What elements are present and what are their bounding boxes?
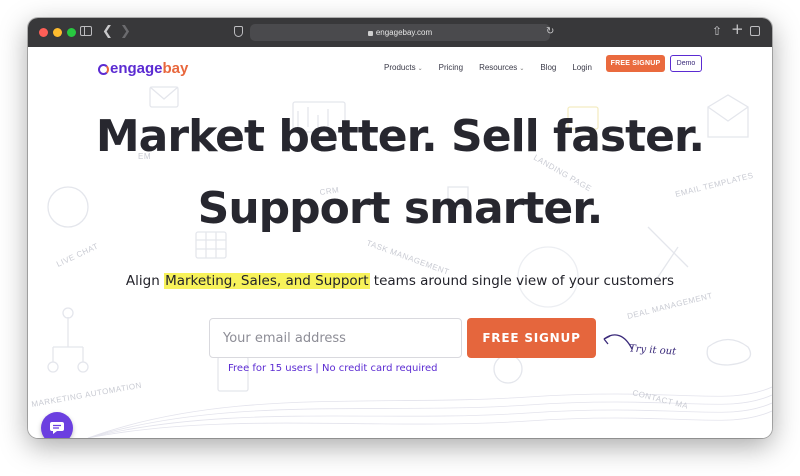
bg-label-task: TASK MANAGEMENT: [365, 238, 450, 276]
chevron-down-icon: ⌄: [417, 66, 423, 72]
org-chart-node-doodle: [62, 307, 74, 319]
header-demo-button[interactable]: Demo: [670, 55, 702, 72]
forward-arrow-icon[interactable]: ❯: [120, 25, 131, 38]
hero-free-signup-button[interactable]: FREE SIGNUP: [467, 318, 596, 358]
address-bar-url: engagebay.com: [375, 28, 433, 37]
nav-products[interactable]: Products ⌄: [384, 63, 423, 72]
wave-lines-doodle: [87, 386, 772, 438]
hero-headline-line1: Market better. Sell faster.: [95, 111, 705, 162]
subheading-suffix: teams around single view of your custome…: [369, 273, 675, 289]
pen-doodle: [647, 226, 689, 278]
cloud-doodle: [706, 338, 752, 366]
close-window-button[interactable]: [39, 28, 48, 37]
browser-window: ❮ ❯ engagebay.com ↻ ⇧ + EM CRM TASK MANA…: [28, 18, 772, 438]
nav-pricing[interactable]: Pricing: [439, 63, 463, 72]
bg-label-deal: DEAL MANAGEMENT: [626, 291, 713, 321]
calendar-doodle: [195, 231, 227, 259]
sidebar-icon[interactable]: [80, 26, 92, 36]
chevron-down-icon: ⌄: [519, 66, 525, 72]
browser-toolbar: ❮ ❯ engagebay.com ↻ ⇧ +: [28, 18, 772, 47]
logo-mark-icon: [98, 64, 109, 75]
top-navigation: Products ⌄ Pricing Resources ⌄ Blog Login: [384, 63, 608, 72]
org-chart-doodle: [52, 317, 84, 362]
new-tab-icon[interactable]: +: [731, 22, 744, 37]
minimize-window-button[interactable]: [53, 28, 62, 37]
envelope-doodle-flap: [149, 86, 179, 100]
email-input[interactable]: [209, 318, 462, 358]
org-chart-node-doodle: [77, 361, 89, 373]
logo-text-bay: bay: [162, 60, 189, 77]
shield-icon[interactable]: [234, 26, 243, 37]
bg-label-automation: MARKETING AUTOMATION: [31, 381, 143, 409]
bg-label-contact: CONTACT MA: [632, 388, 690, 411]
share-icon[interactable]: ⇧: [712, 25, 722, 37]
signup-note: Free for 15 users | No credit card requi…: [228, 363, 438, 374]
bulb-doodle: [493, 354, 523, 384]
background-doodles: EM CRM TASK MANAGEMENT LANDING PAGE EMAI…: [31, 86, 772, 438]
logo-text-engage: engage: [110, 60, 163, 77]
web-page: EM CRM TASK MANAGEMENT LANDING PAGE EMAI…: [28, 47, 772, 438]
hero-headline-line2: Support smarter.: [197, 183, 604, 234]
chat-widget-button[interactable]: [41, 412, 73, 438]
chat-icon: [50, 422, 64, 434]
nav-blog[interactable]: Blog: [540, 63, 556, 72]
subheading-prefix: Align: [125, 273, 165, 289]
org-chart-node-doodle: [47, 361, 59, 373]
calendar-grid-doodle: [196, 232, 226, 258]
hero-subheading: Align Marketing, Sales, and Support team…: [28, 273, 772, 289]
nav-login[interactable]: Login: [572, 63, 592, 72]
zoom-window-button[interactable]: [67, 28, 76, 37]
header-free-signup-button[interactable]: FREE SIGNUP: [606, 55, 665, 72]
nav-resources[interactable]: Resources ⌄: [479, 63, 524, 72]
back-arrow-icon[interactable]: ❮: [102, 25, 113, 38]
bg-label-live-chat: LIVE CHAT: [55, 242, 100, 269]
tab-overview-icon[interactable]: [750, 26, 760, 36]
subheading-highlight: Marketing, Sales, and Support: [164, 273, 370, 289]
address-bar[interactable]: engagebay.com: [250, 24, 550, 41]
lock-icon: [367, 31, 373, 36]
engagebay-logo[interactable]: engage bay: [98, 60, 188, 77]
